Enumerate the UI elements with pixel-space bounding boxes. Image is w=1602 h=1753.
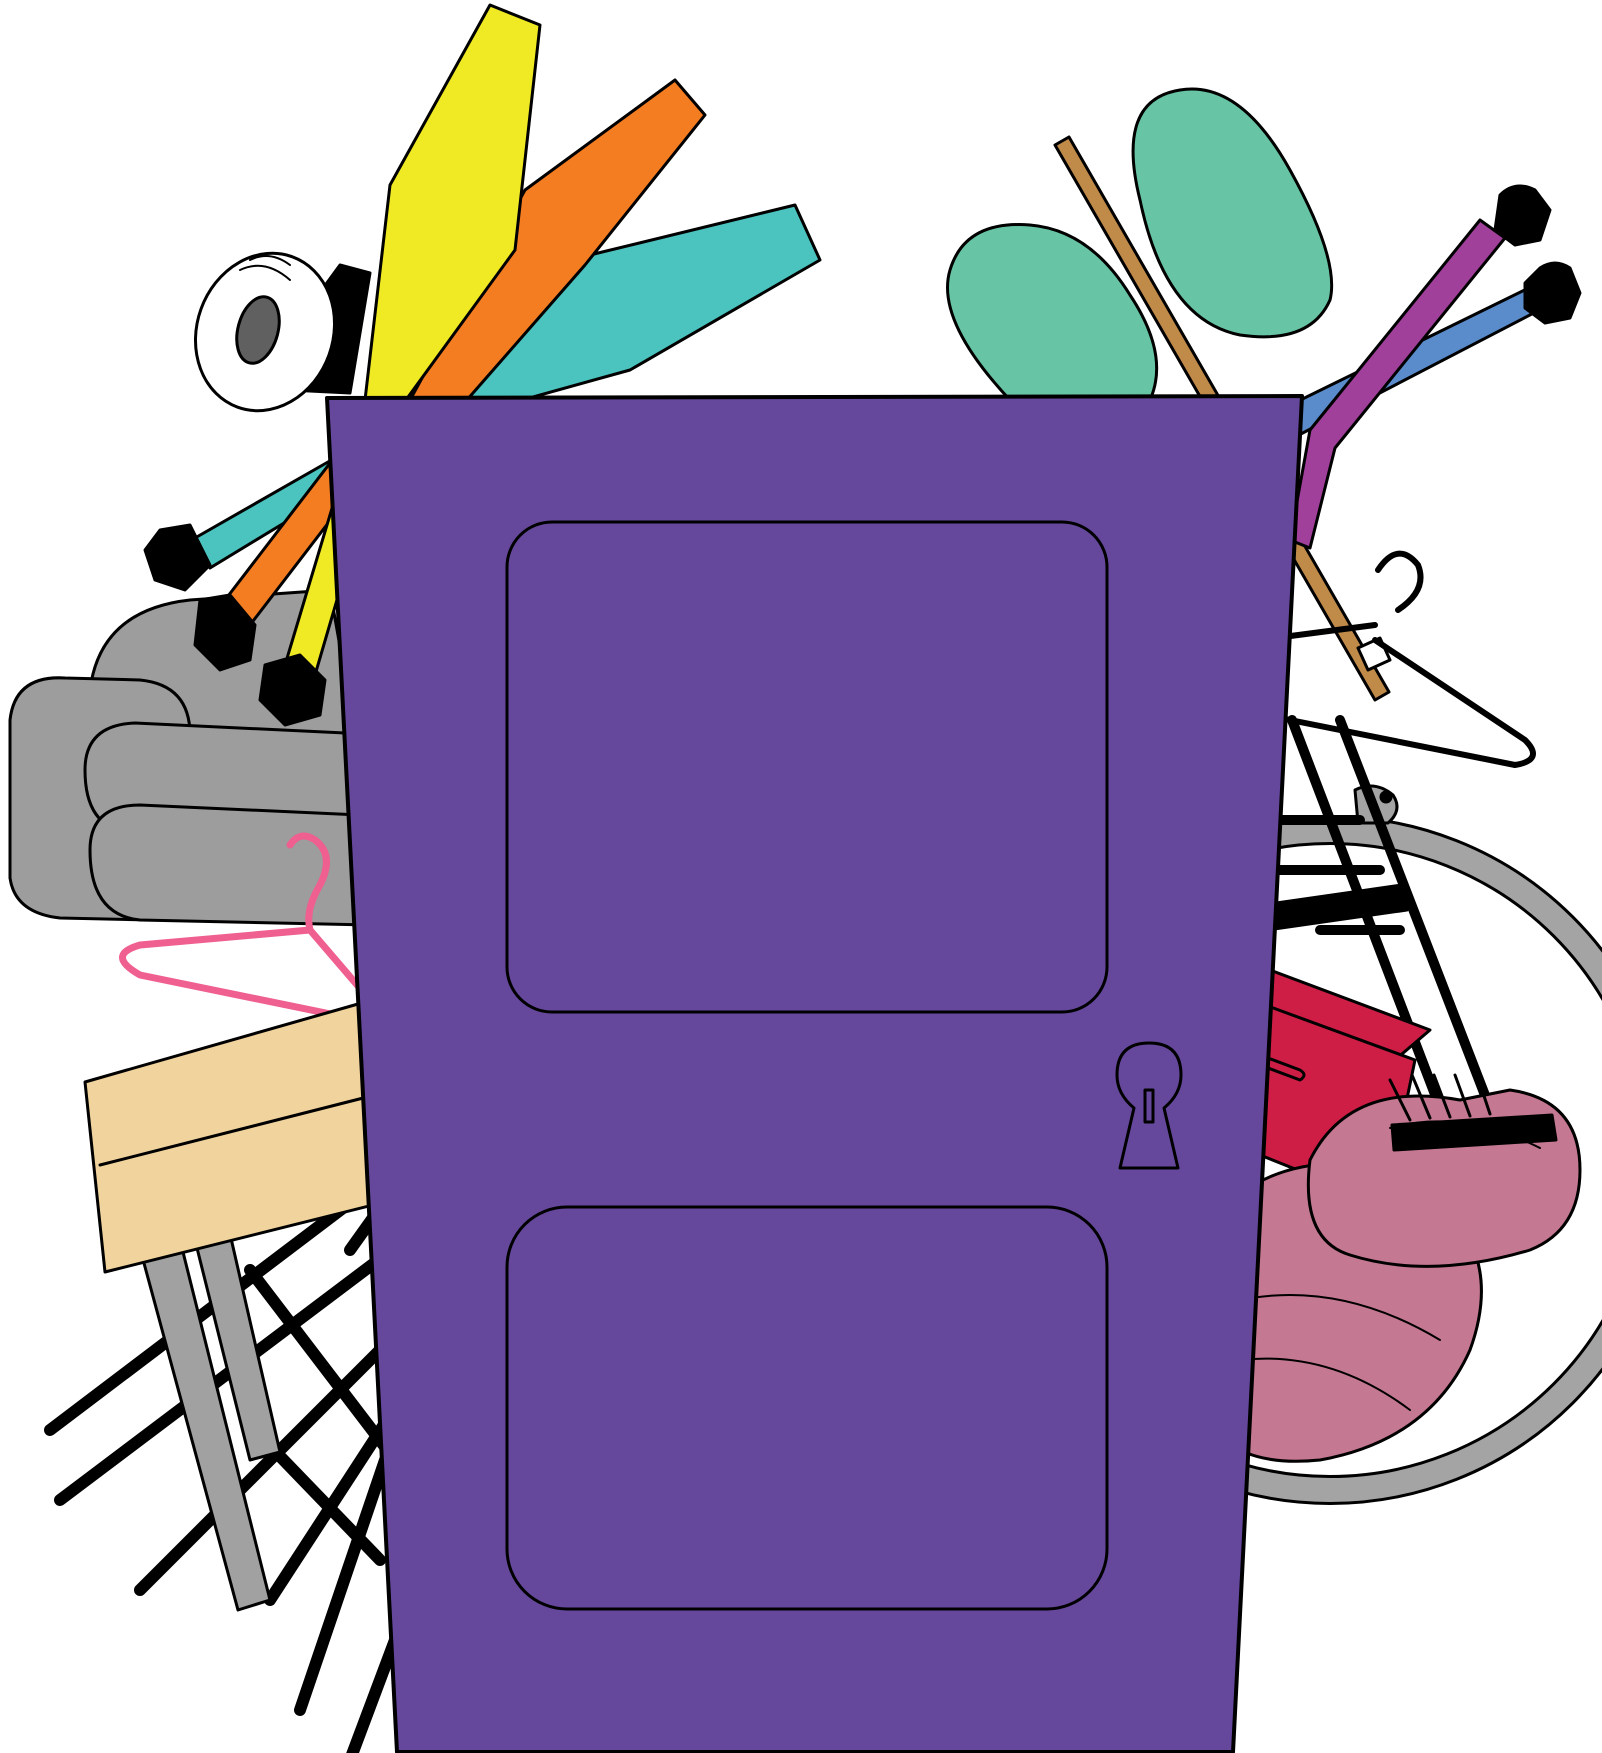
oven-mitt-icon [946,87,1334,402]
knitting-needle-icon [1278,184,1582,550]
door-icon [325,394,1304,1753]
door-panel-upper [505,520,1109,1014]
door-panel-lower [505,1205,1109,1611]
rack-bar [1260,883,1409,932]
closet-clutter-illustration [8,3,1602,1753]
stool-seat [83,1000,387,1274]
